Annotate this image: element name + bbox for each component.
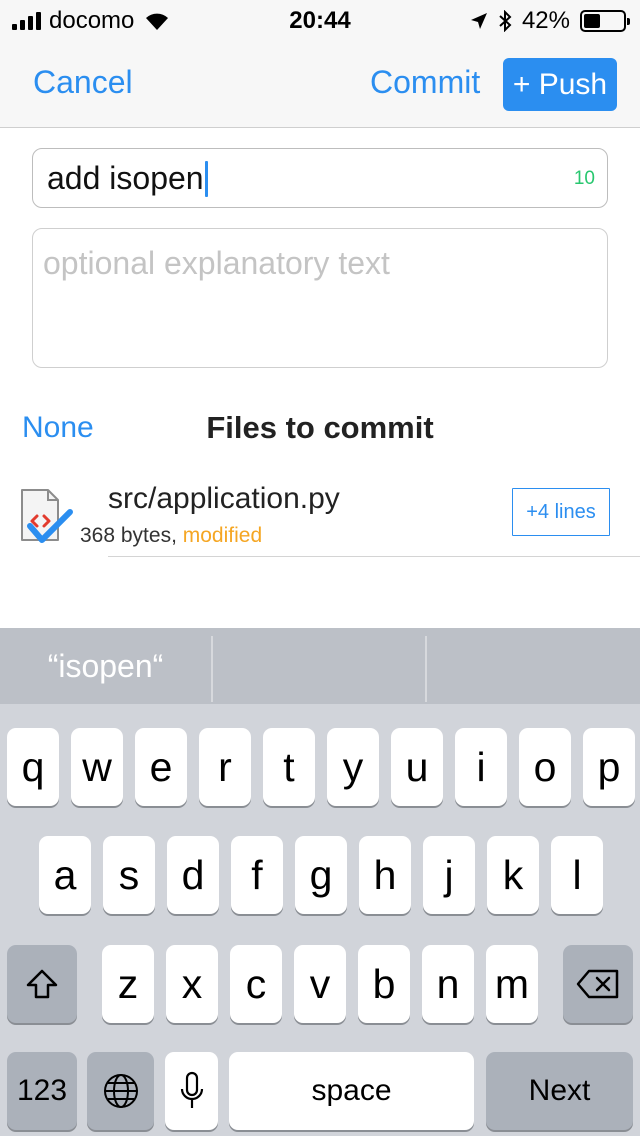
suggestion-item[interactable]: “isopen“	[0, 628, 211, 704]
nav-bar: Cancel Commit + Push	[0, 40, 640, 128]
key-j[interactable]: j	[423, 836, 475, 914]
shift-icon	[26, 969, 58, 999]
globe-key[interactable]	[87, 1052, 154, 1130]
key-i[interactable]: i	[455, 728, 507, 806]
key-v[interactable]: v	[294, 945, 346, 1023]
row-divider	[108, 556, 640, 557]
key-m[interactable]: m	[486, 945, 538, 1023]
description-placeholder: optional explanatory text	[43, 245, 390, 281]
key-e[interactable]: e	[135, 728, 187, 806]
key-k[interactable]: k	[487, 836, 539, 914]
file-size: 368 bytes,	[80, 524, 177, 547]
key-s[interactable]: s	[103, 836, 155, 914]
microphone-icon	[180, 1071, 203, 1108]
file-name: src/application.py	[108, 482, 340, 515]
summary-character-count: 10	[573, 168, 595, 189]
commit-description-field[interactable]: optional explanatory text	[32, 228, 608, 368]
text-cursor	[204, 160, 208, 197]
key-y[interactable]: y	[327, 728, 379, 806]
key-r[interactable]: r	[199, 728, 251, 806]
key-f[interactable]: f	[231, 836, 283, 914]
diff-lines-button[interactable]: +4 lines	[512, 488, 610, 536]
next-key[interactable]: Next	[486, 1052, 633, 1130]
files-section-title: Files to commit	[206, 410, 434, 445]
key-w[interactable]: w	[71, 728, 123, 806]
key-a[interactable]: a	[39, 836, 91, 914]
bluetooth-icon	[499, 10, 512, 32]
commit-summary-value: add isopen	[47, 160, 204, 196]
key-p[interactable]: p	[583, 728, 635, 806]
python-file-checked-icon	[21, 489, 73, 543]
file-status: modified	[182, 524, 263, 547]
key-o[interactable]: o	[519, 728, 571, 806]
key-u[interactable]: u	[391, 728, 443, 806]
battery-icon	[580, 10, 630, 32]
key-c[interactable]: c	[230, 945, 282, 1023]
key-l[interactable]: l	[551, 836, 603, 914]
location-arrow-icon	[470, 13, 487, 29]
dictation-key[interactable]	[165, 1052, 218, 1130]
key-z[interactable]: z	[102, 945, 154, 1023]
backspace-icon	[576, 969, 619, 999]
key-q[interactable]: q	[7, 728, 59, 806]
key-h[interactable]: h	[359, 836, 411, 914]
key-d[interactable]: d	[167, 836, 219, 914]
suggestion-item[interactable]	[213, 628, 425, 704]
key-g[interactable]: g	[295, 836, 347, 914]
commit-and-push-button[interactable]: + Push	[503, 58, 617, 111]
globe-icon	[103, 1074, 138, 1108]
cancel-button[interactable]: Cancel	[33, 64, 133, 101]
file-row[interactable]: src/application.py 368 bytes, modified +…	[0, 476, 640, 560]
file-meta: 368 bytes, modified	[80, 524, 262, 548]
commit-button[interactable]: Commit	[370, 64, 480, 101]
suggestion-bar: “isopen“	[0, 628, 640, 704]
key-x[interactable]: x	[166, 945, 218, 1023]
battery-percent: 42%	[521, 7, 570, 34]
suggestion-item[interactable]	[427, 628, 640, 704]
key-t[interactable]: t	[263, 728, 315, 806]
key-n[interactable]: n	[422, 945, 474, 1023]
numbers-key[interactable]: 123	[7, 1052, 77, 1130]
delete-key[interactable]	[563, 945, 633, 1023]
space-key[interactable]: space	[229, 1052, 474, 1130]
key-b[interactable]: b	[358, 945, 410, 1023]
shift-key[interactable]	[7, 945, 77, 1023]
status-right: 42%	[470, 7, 630, 35]
commit-summary-field[interactable]: add isopen 10	[32, 148, 608, 208]
status-bar: docomo 20:44 42%	[0, 0, 640, 40]
commit-screen: docomo 20:44 42% Cancel Commit + Push ad	[0, 0, 640, 1136]
keyboard: “isopen“ 123 space Next q w e r t y u i …	[0, 628, 640, 1136]
